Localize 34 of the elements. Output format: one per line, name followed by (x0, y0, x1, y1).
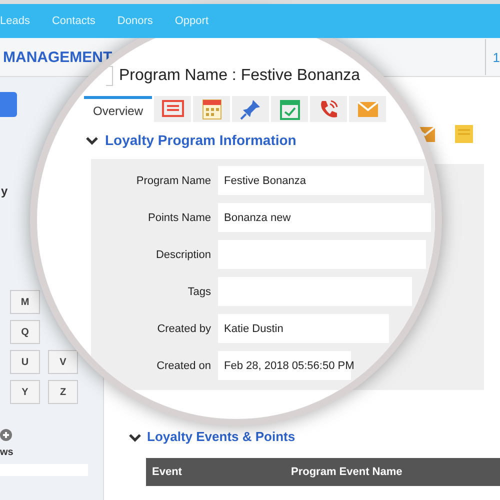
letter-button[interactable]: V (48, 350, 78, 374)
field-label: Created on (156, 360, 212, 372)
letter-button[interactable]: Q (10, 320, 40, 344)
column-header: Event (151, 466, 183, 478)
toggle-button[interactable] (106, 66, 113, 86)
section-title[interactable]: Loyalty Program Information (105, 132, 296, 148)
page-title: MANAGEMENT (2, 48, 112, 66)
record-title: Program Name : Festive Bonanza (119, 66, 360, 86)
column-header: Program Event Name (290, 466, 402, 478)
letter-button[interactable]: Z (48, 380, 78, 404)
section-title[interactable]: Loyalty Events & Points (147, 429, 296, 444)
input-field[interactable]: Bonanza new (218, 203, 432, 232)
letter-button[interactable]: U (10, 350, 40, 374)
input-field[interactable]: Festive Bonanza (218, 166, 424, 195)
icon-tab[interactable] (271, 96, 308, 122)
plus-icon[interactable] (0, 429, 12, 441)
field-label: Created by (156, 322, 212, 334)
icon-tab[interactable] (154, 96, 191, 122)
icon-tab[interactable] (232, 96, 269, 122)
field-label: Description (154, 248, 212, 260)
input-field[interactable]: Katie Dustin (218, 314, 390, 343)
sticky-note-icon (452, 122, 476, 146)
icon-tab[interactable] (310, 96, 347, 122)
input-field[interactable]: Feb 28, 2018 05:56:50 PM (218, 351, 351, 380)
field-label: Points Name (147, 212, 212, 224)
count-label: 1 (485, 39, 500, 75)
sidebar-label: y (1, 184, 9, 198)
sidebar-label: ws (0, 447, 14, 458)
letter-button[interactable]: M (10, 290, 40, 314)
field-label: Program Name (135, 174, 212, 186)
icon-tab[interactable] (349, 96, 386, 122)
icon-tab[interactable] (193, 96, 230, 122)
field-label: Tags (186, 286, 212, 298)
letter-button[interactable]: Y (10, 380, 40, 404)
